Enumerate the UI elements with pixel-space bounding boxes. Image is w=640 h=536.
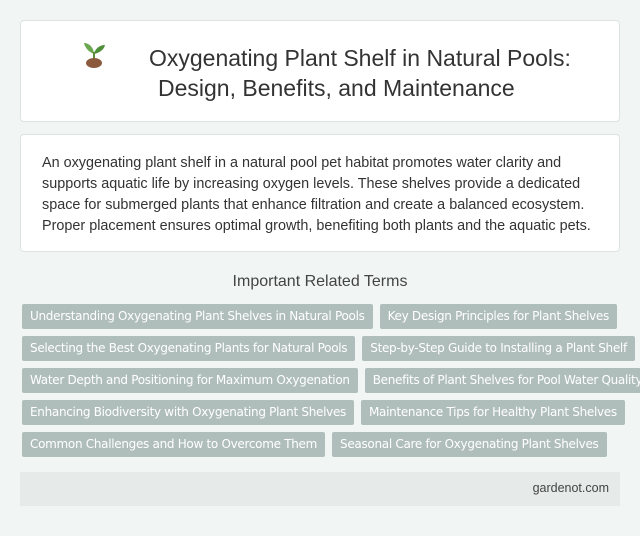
description-text: An oxygenating plant shelf in a natural … <box>42 155 591 234</box>
title-line-2: Design, Benefits, and Maintenance <box>158 75 515 101</box>
related-terms-heading: Important Related Terms <box>232 273 408 290</box>
tag-item[interactable]: Water Depth and Positioning for Maximum … <box>22 368 358 393</box>
related-terms-list: Understanding Oxygenating Plant Shelves … <box>22 304 640 464</box>
tag-item[interactable]: Understanding Oxygenating Plant Shelves … <box>22 304 373 329</box>
tag-item[interactable]: Key Design Principles for Plant Shelves <box>379 304 617 329</box>
tag-item[interactable]: Step-by-Step Guide to Installing a Plant… <box>362 336 635 361</box>
title-line-1: Oxygenating Plant Shelf in Natural Pools… <box>149 45 571 71</box>
tag-item[interactable]: Selecting the Best Oxygenating Plants fo… <box>22 336 356 361</box>
footer: gardenot.com <box>20 472 620 506</box>
tag-item[interactable]: Maintenance Tips for Healthy Plant Shelv… <box>361 400 625 425</box>
header-card: Oxygenating Plant Shelf in Natural Pools… <box>20 20 620 122</box>
tag-item[interactable]: Enhancing Biodiversity with Oxygenating … <box>22 400 354 425</box>
page-title: Oxygenating Plant Shelf in Natural Pools… <box>91 43 611 103</box>
tag-item[interactable]: Benefits of Plant Shelves for Pool Water… <box>364 368 640 393</box>
description-card: An oxygenating plant shelf in a natural … <box>20 134 620 252</box>
site-name[interactable]: gardenot.com <box>533 481 609 495</box>
tag-item[interactable]: Seasonal Care for Oxygenating Plant Shel… <box>332 432 607 457</box>
tag-item[interactable]: Common Challenges and How to Overcome Th… <box>22 432 326 457</box>
